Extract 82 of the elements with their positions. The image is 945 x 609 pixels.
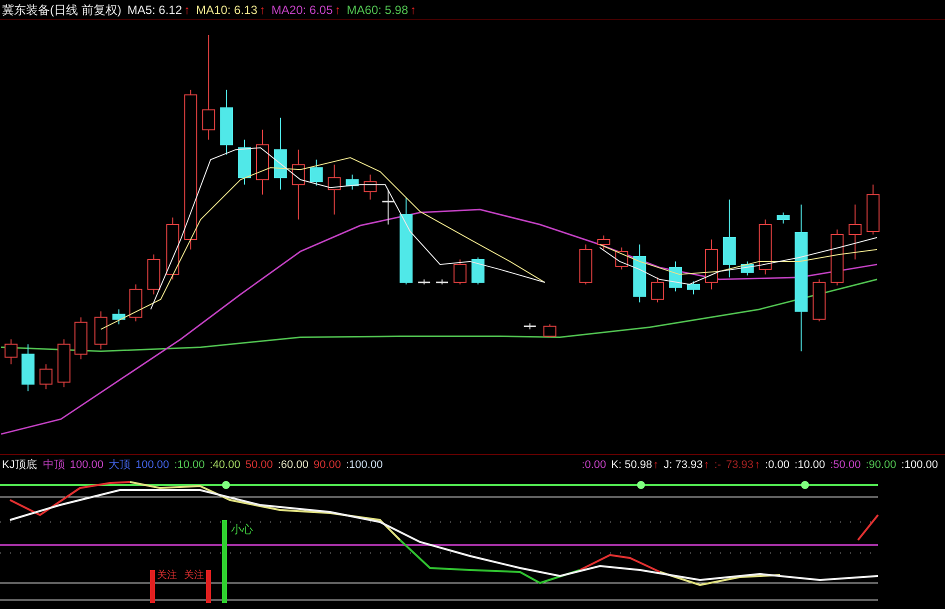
rising-line: [857, 514, 879, 541]
indicator-value: 100.00: [70, 458, 104, 473]
candlestick: [704, 239, 718, 290]
signal-label: 小心: [231, 524, 253, 536]
indicator-value: K: 50.98: [611, 458, 652, 473]
candlestick: [94, 310, 108, 350]
up-arrow: ↑: [704, 458, 710, 473]
moving-average-label: MA20: 6.05: [271, 2, 333, 18]
indicator-value: :50.00: [830, 458, 861, 473]
up-arrow: ↑: [334, 2, 341, 18]
indicator-value: :100.00: [901, 458, 938, 473]
candlestick: [220, 89, 234, 156]
candlestick: [524, 322, 536, 330]
indicator-value: 50.00: [245, 458, 273, 473]
up-arrow: ↑: [184, 2, 190, 18]
candlestick: [651, 276, 664, 303]
up-arrow: ↑: [653, 458, 659, 473]
indicator-value: :0.00: [765, 458, 790, 473]
indicator-value: :10.00: [174, 458, 205, 473]
candlestick: [74, 316, 88, 360]
indicator-value: :60.00: [278, 458, 308, 473]
candlestick: [633, 244, 646, 303]
indicator-value: 100.00: [136, 458, 170, 473]
candlestick: [615, 246, 628, 270]
signal-bar: [150, 570, 155, 603]
indicator-value: 中顶: [42, 458, 65, 473]
signal-label: 关注: [157, 570, 177, 581]
up-arrow: ↑: [410, 2, 416, 18]
candlestick: [256, 129, 269, 196]
indicator-value: 90.00: [313, 458, 341, 473]
candlestick: [40, 364, 52, 390]
candlestick: [22, 344, 34, 392]
signal-dot: [637, 481, 645, 489]
up-arrow: ↑: [754, 458, 760, 473]
candlestick: [866, 184, 880, 235]
indicator-value: 73.93: [726, 458, 754, 473]
indicator-value: :-: [714, 458, 722, 473]
signal-dot: [801, 481, 809, 489]
candlestick: [669, 260, 682, 292]
indicator-value: :10.00: [794, 458, 826, 473]
candlestick: [597, 235, 610, 250]
candlestick: [112, 308, 126, 325]
candlestick: [238, 139, 251, 186]
candlestick: [436, 278, 448, 285]
candlestick: [310, 159, 323, 186]
candlestick: [543, 324, 556, 338]
candlestick: [346, 174, 359, 190]
candlestick: [57, 338, 70, 388]
candlestick: [848, 204, 862, 260]
indicator-value: :90.00: [866, 458, 896, 473]
moving-average-label: MA5: 6.12: [127, 2, 182, 18]
signal-bar: [206, 570, 211, 603]
candlestick: [418, 278, 430, 285]
candlestick: [830, 229, 844, 286]
candlestick: [776, 212, 790, 224]
indicator-value: 大顶: [108, 458, 130, 473]
candlestick: [454, 258, 467, 285]
candlestick: [579, 244, 592, 285]
candlestick: [292, 149, 305, 220]
candlestick: [166, 217, 180, 280]
moving-average-label: MA60: 5.98: [346, 2, 408, 18]
candlestick: [129, 284, 142, 322]
candlestick: [472, 256, 484, 285]
candlestick: [4, 338, 18, 365]
indicator-value: J: 73.93: [664, 458, 703, 473]
stock-title: 冀东装备(日线 前复权): [2, 2, 122, 18]
candlestick: [382, 189, 394, 226]
candlestick: [147, 254, 160, 295]
indicator-title: KJ顶底: [2, 458, 37, 473]
indicator-value: :0.00: [582, 458, 606, 473]
candlestick: [364, 174, 377, 200]
candlestick: [740, 260, 754, 276]
candlestick: [812, 278, 826, 322]
moving-average-label: MA10: 6.13: [196, 2, 258, 18]
candlestick: [687, 280, 700, 295]
candlestick: [328, 164, 341, 216]
indicator-value: :100.00: [346, 458, 383, 473]
up-arrow: ↑: [259, 2, 266, 18]
signal-label: 关注: [184, 570, 204, 581]
signal-dot: [222, 481, 230, 489]
indicator-value: :40.00: [210, 458, 240, 473]
candlestick: [758, 219, 772, 275]
